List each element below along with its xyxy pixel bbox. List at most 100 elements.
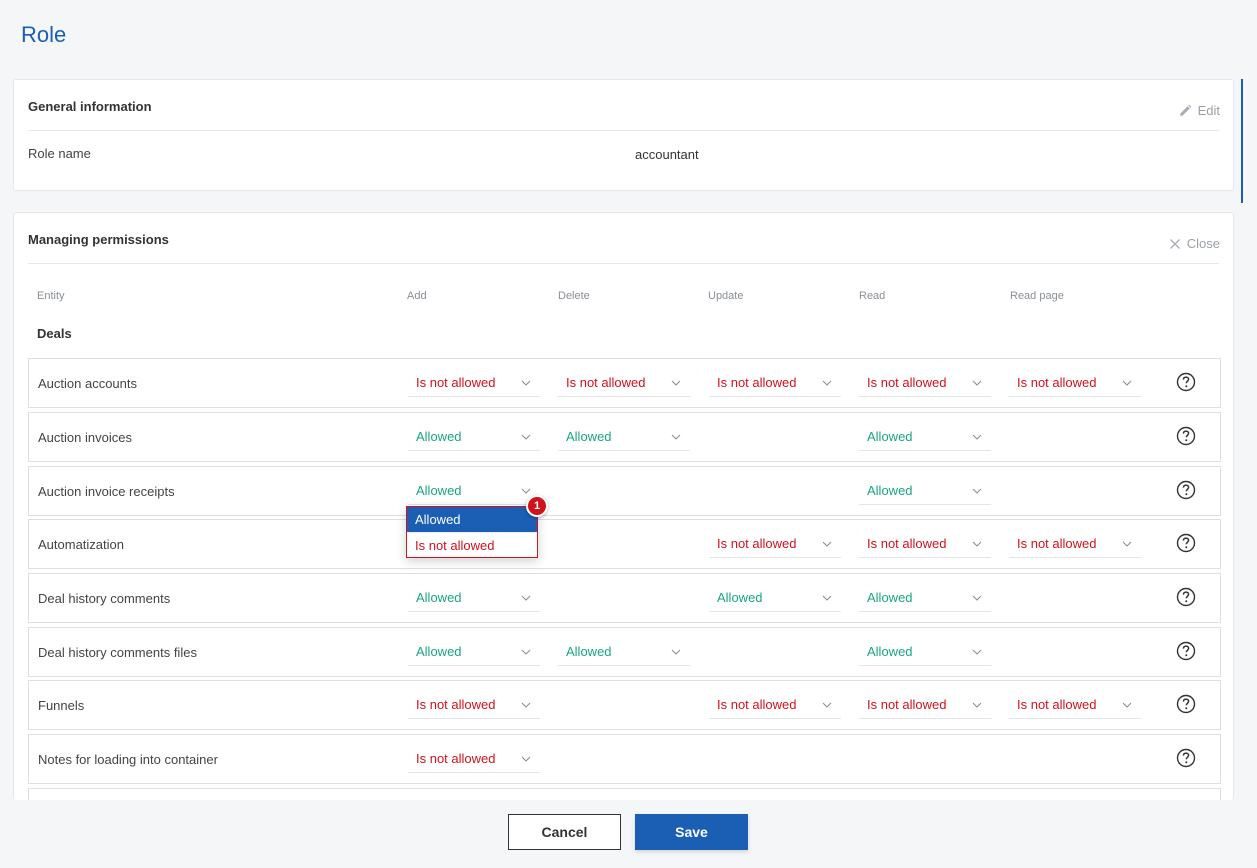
permission-select-read[interactable]: Is not allowed [859, 532, 991, 558]
question-circle-icon[interactable] [1176, 748, 1196, 768]
close-icon [1169, 238, 1180, 249]
permission-value: Is not allowed [416, 751, 496, 766]
table-row: Auction invoices Allowed Allowed Allowed [28, 412, 1221, 462]
chevron-down-icon [1122, 702, 1132, 708]
chevron-down-icon [972, 702, 982, 708]
question-circle-icon[interactable] [1176, 426, 1196, 446]
chevron-down-icon [972, 488, 982, 494]
chevron-down-icon [822, 595, 832, 601]
question-circle-icon[interactable] [1176, 480, 1196, 500]
column-header-read: Read [859, 290, 886, 302]
step-badge: 1 [526, 495, 548, 517]
table-row: Notes for loading into container Is not a… [28, 734, 1221, 784]
chevron-down-icon [1122, 380, 1132, 386]
table-row: Funnels Is not allowed Is not allowed Is no… [28, 680, 1221, 730]
permission-value: Allowed [416, 644, 462, 659]
permission-value: Allowed [717, 590, 763, 605]
question-circle-icon[interactable] [1176, 372, 1196, 392]
permission-select-update[interactable]: Is not allowed [709, 371, 841, 397]
permission-value: Is not allowed [1017, 375, 1097, 390]
permission-select-add[interactable]: Is not allowed [408, 693, 540, 719]
permission-value: Is not allowed [416, 697, 496, 712]
permission-value: Is not allowed [1017, 697, 1097, 712]
entity-label: Auction invoices [38, 430, 132, 445]
managing-permissions-title: Managing permissions [28, 232, 169, 247]
entity-label: Auction invoice receipts [38, 484, 175, 499]
table-row: Auction invoice receipts Allowed Allowed [28, 466, 1221, 516]
edit-button[interactable]: Edit [1178, 103, 1220, 118]
permission-select-add[interactable]: Allowed [408, 640, 540, 666]
chevron-down-icon [521, 595, 531, 601]
chevron-down-icon [521, 756, 531, 762]
permission-value: Is not allowed [717, 536, 797, 551]
scrollbar-thumb[interactable] [1241, 79, 1243, 203]
permission-select-read[interactable]: Allowed [859, 640, 991, 666]
permission-value: Allowed [867, 429, 913, 444]
divider [28, 130, 1219, 131]
chevron-down-icon [972, 434, 982, 440]
table-row: Deal history comments Allowed Allowed Allow… [28, 573, 1221, 623]
close-label: Close [1186, 236, 1220, 251]
permission-select-delete[interactable]: Is not allowed [558, 371, 690, 397]
dropdown-option-not-allowed[interactable]: Is not allowed [407, 532, 537, 557]
permission-value: Allowed [416, 590, 462, 605]
entity-label: Automatization [38, 537, 124, 552]
save-button[interactable]: Save [635, 814, 748, 850]
permission-select-read-page[interactable]: Is not allowed [1009, 532, 1141, 558]
cancel-button[interactable]: Cancel [508, 814, 621, 850]
chevron-down-icon [822, 702, 832, 708]
chevron-down-icon [521, 702, 531, 708]
question-circle-icon[interactable] [1176, 641, 1196, 661]
chevron-down-icon [671, 649, 681, 655]
permission-select-update[interactable]: Is not allowed [709, 532, 841, 558]
entity-label: Deal history comments [38, 591, 171, 606]
chevron-down-icon [521, 488, 531, 494]
permission-select-read[interactable]: Is not allowed [859, 371, 991, 397]
permission-select-add[interactable]: Is not allowed [408, 371, 540, 397]
entity-label: Deal history comments files [38, 645, 197, 660]
question-circle-icon[interactable] [1176, 533, 1196, 553]
question-circle-icon[interactable] [1176, 694, 1196, 714]
permission-value: Is not allowed [717, 375, 797, 390]
role-name-value: accountant [635, 147, 699, 162]
chevron-down-icon [1122, 541, 1132, 547]
table-row: Automatization Is not allowed Is not allow… [28, 519, 1221, 569]
permission-value: Allowed [416, 483, 462, 498]
question-circle-icon[interactable] [1176, 587, 1196, 607]
column-header-delete: Delete [558, 290, 590, 302]
permission-select-add[interactable]: Allowed [408, 425, 540, 451]
permission-value: Is not allowed [416, 375, 496, 390]
permission-select-read[interactable]: Allowed [859, 586, 991, 612]
permission-value: Is not allowed [867, 536, 947, 551]
footer-bar: Cancel Save [0, 800, 1257, 868]
permission-select-read[interactable]: Is not allowed [859, 693, 991, 719]
edit-label: Edit [1197, 103, 1220, 118]
chevron-down-icon [822, 541, 832, 547]
permission-select-update[interactable]: Allowed [709, 586, 841, 612]
chevron-down-icon [521, 380, 531, 386]
permission-select-delete[interactable]: Allowed [558, 640, 690, 666]
permission-select-delete[interactable]: Allowed [558, 425, 690, 451]
divider [28, 263, 1219, 264]
permission-select-add[interactable]: Allowed [408, 586, 540, 612]
table-row [28, 788, 1221, 800]
column-header-entity: Entity [37, 290, 65, 302]
permission-value: Allowed [867, 483, 913, 498]
general-information-card: General information Edit Role name accou… [13, 79, 1234, 191]
permission-select-add[interactable]: Is not allowed [408, 747, 540, 773]
page-title: Role [21, 22, 67, 47]
dropdown-option-allowed[interactable]: Allowed [407, 507, 537, 532]
table-row: Deal history comments files Allowed Allowe… [28, 627, 1221, 677]
permission-value: Allowed [566, 644, 612, 659]
close-button[interactable]: Close [1169, 236, 1220, 251]
permission-select-add[interactable]: Allowed [408, 479, 540, 505]
group-title-deals: Deals [37, 326, 72, 341]
permission-select-read[interactable]: Allowed [859, 425, 991, 451]
permission-value: Allowed [867, 644, 913, 659]
permission-select-read[interactable]: Allowed [859, 479, 991, 505]
permission-select-update[interactable]: Is not allowed [709, 693, 841, 719]
chevron-down-icon [671, 380, 681, 386]
permission-select-read-page[interactable]: Is not allowed [1009, 371, 1141, 397]
permission-value: Is not allowed [867, 697, 947, 712]
permission-select-read-page[interactable]: Is not allowed [1009, 693, 1141, 719]
